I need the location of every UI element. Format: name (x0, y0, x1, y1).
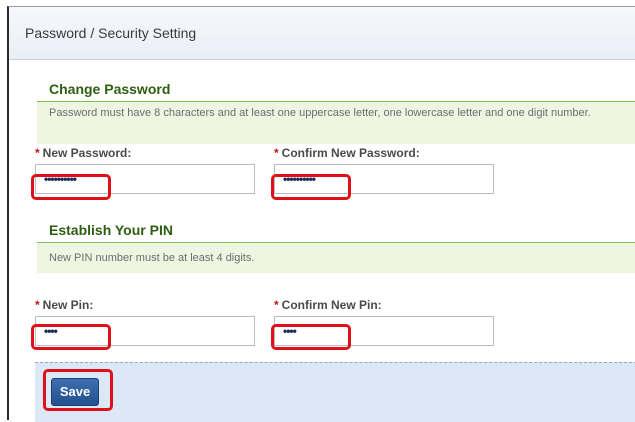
window-title: Password / Security Setting (25, 25, 197, 41)
required-marker: * (35, 146, 40, 160)
action-footer: Save (35, 362, 635, 422)
confirm-password-input[interactable]: •••••••••• (274, 164, 494, 194)
pin-requirements-note: New PIN number must be at least 4 digits… (37, 243, 635, 273)
change-password-header: Change Password (37, 79, 635, 102)
new-pin-value: •••• (44, 324, 58, 338)
new-password-value: •••••••••• (44, 172, 77, 186)
new-pin-input[interactable]: •••• (35, 316, 255, 346)
confirm-pin-value: •••• (283, 324, 297, 338)
new-password-label: * New Password: (35, 146, 131, 160)
password-requirements-text: Password must have 8 characters and at l… (49, 107, 591, 119)
confirm-pin-input[interactable]: •••• (274, 316, 494, 346)
window-titlebar: Password / Security Setting (9, 7, 635, 60)
confirm-password-value: •••••••••• (283, 172, 316, 186)
new-pin-label-text: New Pin: (42, 298, 94, 312)
required-marker: * (274, 146, 279, 160)
pin-header: Establish Your PIN (37, 220, 635, 243)
save-button[interactable]: Save (51, 378, 99, 406)
confirm-password-label: * Confirm New Password: (274, 146, 420, 160)
new-pin-label: * New Pin: (35, 298, 93, 312)
new-password-input[interactable]: •••••••••• (35, 164, 255, 194)
pin-heading: Establish Your PIN (49, 222, 173, 238)
change-password-heading: Change Password (49, 81, 171, 97)
confirm-pin-label: * Confirm New Pin: (274, 298, 382, 312)
new-password-label-text: New Password: (42, 146, 132, 160)
password-requirements-note: Password must have 8 characters and at l… (37, 102, 635, 144)
pin-requirements-text: New PIN number must be at least 4 digits… (49, 252, 255, 264)
required-marker: * (35, 298, 40, 312)
settings-window: Password / Security Setting Change Passw… (7, 6, 635, 422)
required-marker: * (274, 298, 279, 312)
confirm-pin-label-text: Confirm New Pin: (281, 298, 382, 312)
confirm-password-label-text: Confirm New Password: (281, 146, 420, 160)
